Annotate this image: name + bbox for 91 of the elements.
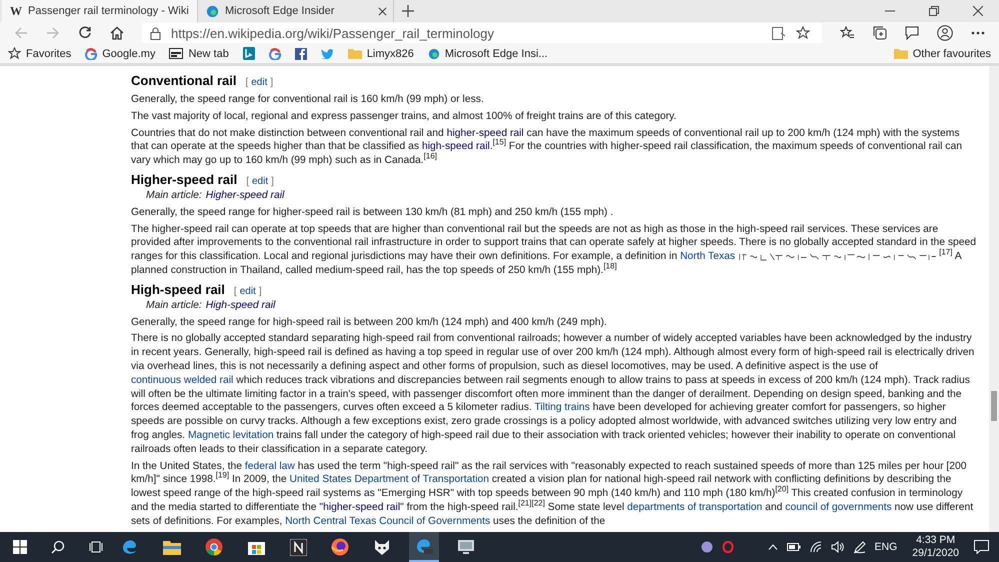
- hatnote-label: Main article:: [146, 298, 202, 313]
- close-icon[interactable]: [973, 6, 983, 16]
- reader-view-icon[interactable]: [772, 26, 786, 40]
- article-link[interactable]: higher-speed rail: [323, 502, 400, 513]
- bracket-text: ]: [258, 284, 262, 299]
- paragraph: There is no globally accepted standard separating high-speed rail from conventional railroads; however a number of widely accepted variables have been acknowledged by the industry in recent years. Generally, high-speed rail is defined as having a top speed in regular use of over 200 km/h (124 mph). Although almost every form of high-speed rail is electrically driven via overhead lines, this is not necessarily a defining aspect and other forms of propulsion, such as diesel locomotives, may be used. A definitive aspect is the use of continuous welded rail which reduces track vibrations and discrepancies between rail segments enough to allow trains to pass at speeds in excess of 200 km/h (124 mph). Track radius will often be the ultimate limiting factor in a train's speed, with passenger discomfort often more imminent than the danger of derailment. Depending on design speed, banking and the forces deemed acceptable to the passengers, curves often exceed a 5 kilometer radius. Tilting trains have been developed for achieving greater comfort for passengers, so higher speeds are possible on curvy tracks. Although a few exceptions exist, zero grade crossings is a policy adopted almost worldwide, with advanced switches utilizing very low entry and frog angles. Magnetic levitation trains fall under the category of high-speed rail due to their association with track oriented vehicles; however their inability to operate on conventional railroads often leads to their classification in a separate category.: [131, 332, 976, 457]
- main-article-link[interactable]: High-speed rail: [206, 298, 276, 313]
- battery-icon[interactable]: [786, 543, 801, 551]
- paragraph: In the United States, the federal law has used the term "high-speed rail" as the rail services with "reasonably expected to reach sustained speeds of more than 125 miles per hour [200 km/h]" since 1998.$^{[19]}$ In 2009, the United States Department of Transportation created a vision plan for national high-speed rail network with conflicting definitions by describing the lowest speed range of the high-speed rail systems as "Emerging HSR" with top speeds between 90 mph (140 km/h) and 110 mph (180 km/h)$^{[20]}$ This created confusion in terminology and the media started to differentiate the "higher-speed rail" from the high-speed rail.$^{[21][22]}$ Some state level departments of transportation and council of governments now use different sets of definitions. For examples, North Central Texas Council of Governments uses the definition of the: [131, 460, 974, 529]
- article-link[interactable]: Magnetic levitation: [188, 430, 274, 441]
- paragraph: Generally, the speed range for higher-speed rail is between 130 km/h (81 mph) and 250 km/h (155 mph) .: [131, 206, 614, 220]
- browser-tab[interactable]: W Passenger rail terminology - Wiki: [2, 0, 198, 22]
- firefox-icon: [331, 538, 349, 556]
- browser-logo-icon: [206, 4, 219, 18]
- cat-icon: [373, 538, 391, 556]
- hatnote-label: Main article:: [146, 188, 202, 203]
- store-icon: [248, 539, 264, 555]
- folder-icon: [894, 48, 908, 59]
- windows-icon[interactable]: [13, 540, 27, 554]
- section-heading: High-speed rail: [131, 280, 225, 299]
- facebook-icon[interactable]: [294, 48, 307, 60]
- section-heading: Higher-speed rail: [131, 170, 238, 189]
- main-article-link[interactable]: Higher-speed rail: [206, 188, 284, 203]
- favorite-link[interactable]: Other favourites: [894, 48, 991, 60]
- favorite-link[interactable]: Favorites: [8, 47, 72, 60]
- favorite-link[interactable]: Limyx826: [348, 48, 414, 60]
- folder-icon: [163, 539, 181, 555]
- article-link[interactable]: United States Department of Transportation: [289, 474, 489, 486]
- edit-link[interactable]: edit: [252, 174, 268, 189]
- caret-icon[interactable]: [768, 544, 778, 550]
- browser-logo-icon: [428, 48, 440, 60]
- clock[interactable]: 4:33 PM 29/1/2020: [912, 534, 959, 560]
- scrollbar[interactable]: [989, 66, 999, 532]
- star-icon[interactable]: [796, 26, 810, 40]
- paragraph: Countries that do not make distinction between conventional rail and higher-speed rail can have the maximum speeds of conventional rail up to 200 km/h (124 mph) with the systems that can operate at the speeds higher than that be classified as high-speed rail.$^{[15]}$ For the countries with higher-speed rail classification, the maximum speeds of conventional rail can vary which may go up to 160 km/h (99 mph) such as in Canada.$^{[16]}$: [131, 126, 963, 168]
- notification-icon[interactable]: [974, 540, 989, 554]
- scrollbar-thumb[interactable]: [991, 391, 997, 421]
- network-icon[interactable]: [810, 541, 822, 553]
- favorite-link[interactable]: New tab: [169, 48, 229, 60]
- bracket-text: [: [245, 76, 248, 90]
- search-icon[interactable]: [51, 540, 65, 554]
- article-link[interactable]: high-speed rail: [422, 141, 490, 152]
- home-icon[interactable]: [110, 26, 124, 40]
- section-heading: Conventional rail: [131, 72, 236, 90]
- bracket-text: [: [234, 284, 237, 299]
- star-icon: [8, 47, 21, 60]
- article-link[interactable]: council of governments: [785, 502, 892, 513]
- favorite-link[interactable]: Microsoft Edge Insi...: [428, 48, 548, 60]
- article-link[interactable]: continuous welded rail: [131, 374, 234, 386]
- collections-icon[interactable]: [873, 26, 887, 40]
- favorites-icon[interactable]: [840, 26, 855, 40]
- edit-link[interactable]: edit: [251, 76, 268, 90]
- close-icon[interactable]: [378, 6, 387, 16]
- lock-icon: [150, 26, 161, 40]
- more-icon[interactable]: [971, 31, 985, 35]
- google-icon[interactable]: [268, 48, 281, 60]
- article-link[interactable]: Tilting trains: [534, 402, 590, 414]
- paragraph: The vast majority of local, regional and express passenger trains, and almost 100% of freight trains are of this category.: [131, 110, 678, 124]
- article-link[interactable]: departments of transportation: [627, 502, 762, 513]
- paragraph: The higher-speed rail can operate at top speeds that are higher than conventional rail but the speeds are not as high as those in the high-speed rail services. These services are provided after improvements to the conventional rail infrastructure in order to support trains that can operate safely at higher speeds. There is no globally accepted standard in the speed ranges for this classification. Local and regional jurisdictions may have their own definitions. For example, a definition in North Texas $^{[17]}$ A planned construction in Thailand, called medium-speed rail, has the top speeds of 250 km/h (155 mph).$^{[18]}$: [131, 222, 977, 278]
- window-icon: [169, 48, 184, 59]
- article-link[interactable]: North Texas: [680, 251, 736, 262]
- address-bar[interactable]: https://en.wikipedia.org/wiki/Passenger_rail_terminology: [142, 23, 822, 43]
- bracket-text: [: [246, 174, 249, 189]
- google-icon: [85, 48, 98, 60]
- edit-link[interactable]: edit: [240, 284, 256, 299]
- article-link[interactable]: federal law: [244, 460, 295, 472]
- favorite-link[interactable]: Google.my: [85, 48, 156, 60]
- bird-icon[interactable]: [320, 48, 334, 59]
- article-link[interactable]: higher-speed rail: [446, 128, 524, 139]
- paragraph: Generally, the speed range for conventional rail is 160 km/h (99 mph) or less.: [131, 93, 485, 107]
- paragraph: Generally, the speed range for high-speed rail is between 200 km/h (124 mph) and 400 km/h (249 mph).: [131, 316, 608, 330]
- task-view-icon[interactable]: [89, 540, 103, 554]
- bracket-text: ]: [271, 174, 274, 189]
- pen-icon[interactable]: [852, 540, 866, 554]
- browser-logo-icon: [415, 537, 433, 555]
- language-indicator[interactable]: ENG: [874, 541, 898, 553]
- refresh-icon[interactable]: [78, 26, 92, 40]
- volume-icon[interactable]: [830, 541, 844, 553]
- folder-icon: [348, 48, 362, 59]
- browser-logo-icon: [121, 538, 139, 556]
- chrome-icon: [205, 538, 223, 556]
- new-tab-icon[interactable]: [402, 5, 414, 17]
- bing-icon[interactable]: [242, 47, 255, 60]
- opera-icon[interactable]: [722, 541, 734, 553]
- feedback-icon[interactable]: [905, 26, 919, 40]
- bracket-text: ]: [270, 76, 274, 90]
- monitor-icon: [457, 539, 475, 555]
- restore-icon[interactable]: [929, 6, 939, 16]
- article-link[interactable]: North Central Texas Council of Governments: [285, 516, 490, 527]
- profile-icon[interactable]: [937, 25, 953, 41]
